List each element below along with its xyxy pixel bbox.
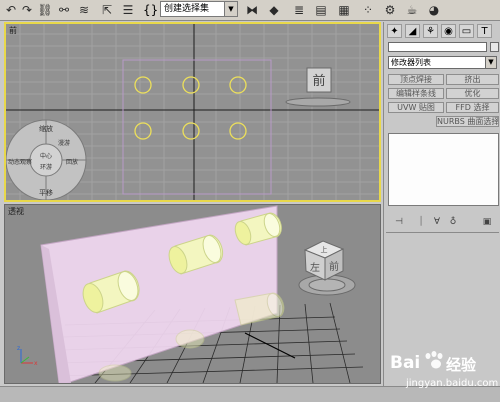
front-viewport-label[interactable]: 前 <box>9 25 17 36</box>
modifier-stack[interactable] <box>388 133 499 206</box>
modifier-list-dropdown[interactable]: 修改器列表 ▼ <box>388 56 497 69</box>
layers-icon[interactable]: ≣ <box>291 2 307 18</box>
remove-modifier-icon[interactable]: ♁ <box>446 216 460 228</box>
quick-render-icon[interactable]: ☕ <box>404 2 420 18</box>
cylinder-3d-6 <box>98 364 132 382</box>
perspective-viewport[interactable]: 上 左 前 z x 透视 <box>4 204 381 384</box>
pin-stack-icon[interactable]: ⊣ <box>392 216 406 228</box>
viewcube-perspective[interactable]: 上 左 前 <box>298 240 356 296</box>
main-toolbar: ↶ ↷ ⛓ ⚯ ≋ ⇱ ☰ {} 创建选择集 ▼ ⧓ ◆ ≣ ▤ ▦ ⁘ ⚙ ☕… <box>0 0 500 21</box>
axis-tripod-icon: z x <box>17 345 38 367</box>
optimize-button[interactable]: 优化 <box>446 88 499 99</box>
command-panel: ✦ ◢ ⚘ ◉ ▭ T 修改器列表 ▼ 顶点焊接 挤出 编辑样条线 优化 UVW… <box>383 22 500 386</box>
object-name-field[interactable] <box>388 42 487 52</box>
curve-editor-icon[interactable]: ▤ <box>313 2 329 18</box>
viewcube-face-front-p: 前 <box>329 260 339 273</box>
cylinder-front-4 <box>134 122 152 140</box>
select-icon[interactable]: ⇱ <box>99 2 115 18</box>
redo-icon[interactable]: ↷ <box>19 2 35 18</box>
hierarchy-tab[interactable]: ⚘ <box>423 24 438 38</box>
selection-set-dropdown[interactable]: 创建选择集 ▼ <box>160 1 238 17</box>
viewcube-face-left: 左 <box>310 261 320 274</box>
wheel-look-label: 环游 <box>40 163 52 171</box>
uvw-map-button[interactable]: UVW 贴图 <box>388 102 444 113</box>
steering-wheel[interactable]: 缩放 动态观察 中心 回放 环游 漫游 平移 <box>6 119 87 200</box>
align-icon[interactable]: ◆ <box>266 2 282 18</box>
unlink-icon[interactable]: ⚯ <box>56 2 72 18</box>
wheel-center-label: 中心 <box>40 152 52 160</box>
jingyan-brand: 经验 <box>446 356 477 374</box>
jingyan-url: jingyan.baidu.com <box>406 378 499 389</box>
selection-set-value: 创建选择集 <box>164 4 210 14</box>
panel-divider <box>386 232 499 233</box>
render-last-icon[interactable]: ◕ <box>426 2 442 18</box>
utilities-tab[interactable]: T <box>477 24 492 38</box>
mirror-icon[interactable]: ⧓ <box>244 2 260 18</box>
select-by-name-icon[interactable]: ☰ <box>120 2 136 18</box>
vertex-weld-button[interactable]: 顶点焊接 <box>388 74 444 85</box>
configure-sets-icon[interactable]: ▣ <box>480 216 494 228</box>
cylinder-front-2 <box>182 76 200 94</box>
motion-tab[interactable]: ◉ <box>441 24 456 38</box>
display-tab[interactable]: ▭ <box>459 24 474 38</box>
undo-icon[interactable]: ↶ <box>3 2 19 18</box>
named-selection-icon: {} <box>143 3 159 17</box>
cylinder-front-1 <box>134 76 152 94</box>
baidu-logo-text: Bai <box>390 353 421 373</box>
bind-space-warp-icon[interactable]: ≋ <box>76 2 92 18</box>
wheel-zoom-label: 缩放 <box>39 124 53 133</box>
baidu-jingyan-watermark: Bai 经验 jingyan.baidu.com <box>390 350 498 396</box>
wheel-pan-label: 平移 <box>39 188 53 197</box>
cylinder-3d-5 <box>175 329 205 349</box>
link-icon[interactable]: ⛓ <box>37 2 53 18</box>
create-tab[interactable]: ✦ <box>387 24 402 38</box>
wheel-walk-label: 漫游 <box>58 139 70 147</box>
schematic-icon[interactable]: ▦ <box>336 2 352 18</box>
front-viewport[interactable]: 前 缩放 动态观察 中心 回放 环游 漫游 平移 前 <box>4 22 381 202</box>
modify-tab[interactable]: ◢ <box>405 24 420 38</box>
extrude-button[interactable]: 挤出 <box>446 74 499 85</box>
perspective-scene: 上 左 前 z x <box>17 205 364 383</box>
render-scene-icon[interactable]: ⚙ <box>382 2 398 18</box>
modifier-list-label: 修改器列表 <box>391 58 431 67</box>
svg-text:z: z <box>17 345 20 352</box>
svg-text:x: x <box>34 360 38 367</box>
cylinder-front-3 <box>229 76 247 94</box>
perspective-viewport-label[interactable]: 透视 <box>8 206 24 217</box>
wheel-orbit-label: 动态观察 <box>8 158 32 166</box>
ffd-select-button[interactable]: FFD 选择 <box>446 102 499 113</box>
show-end-result-icon[interactable]: ⏐ <box>414 216 428 228</box>
viewcube-face-front: 前 <box>312 73 325 89</box>
viewcube-face-top: 上 <box>321 245 328 254</box>
chevron-down-icon: ▼ <box>485 57 496 68</box>
cylinder-front-5 <box>182 122 200 140</box>
chevron-down-icon: ▼ <box>224 2 237 16</box>
edit-spline-button[interactable]: 编辑样条线 <box>388 88 444 99</box>
nurbs-surface-select-button[interactable]: NURBS 曲面选择 <box>436 116 499 127</box>
cylinder-front-6 <box>229 122 247 140</box>
viewcube-front[interactable]: 前 <box>285 67 351 107</box>
make-unique-icon[interactable]: ∀ <box>430 216 444 228</box>
wheel-rewind-label: 回放 <box>66 158 78 166</box>
front-grid: 前 缩放 动态观察 中心 回放 环游 漫游 平移 <box>6 24 379 200</box>
object-color-swatch[interactable] <box>490 42 499 52</box>
material-editor-icon[interactable]: ⁘ <box>360 2 376 18</box>
